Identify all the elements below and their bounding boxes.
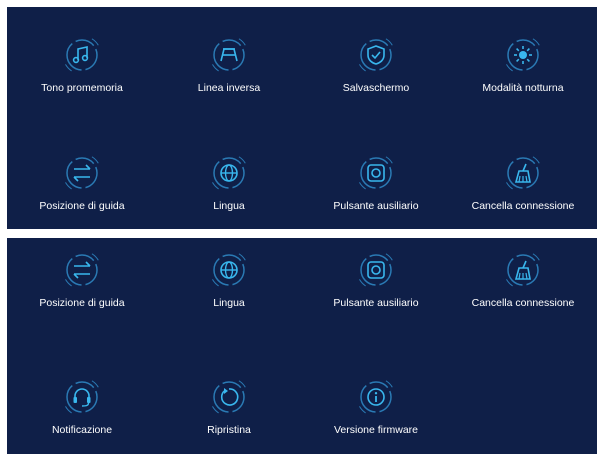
- icon-ring: [62, 250, 102, 290]
- setting-posizione-di-guida[interactable]: Posizione di guida: [9, 151, 155, 215]
- setting-label: Tono promemoria: [41, 82, 123, 94]
- icon-ring: [62, 35, 102, 75]
- swap-arrows-icon: [60, 248, 104, 292]
- car-reverse-icon: [207, 33, 251, 77]
- setting-ripristina[interactable]: Ripristina: [156, 375, 302, 439]
- icon-ring: [356, 153, 396, 193]
- aux-button-icon: [354, 151, 398, 195]
- setting-label: Linea inversa: [197, 82, 261, 94]
- reset-icon: [207, 375, 251, 419]
- setting-label: Notificazione: [51, 424, 113, 436]
- setting-label: Ripristina: [207, 424, 251, 436]
- setting-cancella-connessione[interactable]: Cancella connessione: [450, 151, 596, 215]
- setting-label: Lingua: [213, 200, 245, 212]
- swap-arrows-icon: [60, 151, 104, 195]
- setting-modalita-notturna[interactable]: Modalità notturna: [450, 33, 596, 97]
- setting-salvaschermo[interactable]: Salvaschermo: [303, 33, 449, 97]
- setting-label: Cancella connessione: [471, 297, 575, 309]
- globe-icon: [207, 248, 251, 292]
- sun-icon: [501, 33, 545, 77]
- setting-tono-promemoria[interactable]: Tono promemoria: [9, 33, 155, 97]
- broom-icon: [501, 248, 545, 292]
- music-note-icon: [60, 33, 104, 77]
- setting-linea-inversa[interactable]: Linea inversa: [156, 33, 302, 97]
- setting-posizione-di-guida[interactable]: Posizione di guida: [9, 248, 155, 312]
- setting-label: Modalità notturna: [482, 82, 564, 94]
- headset-icon: [60, 375, 104, 419]
- icon-ring: [62, 377, 102, 417]
- icon-ring: [503, 250, 543, 290]
- settings-panel-bottom: Posizione di guida Lingua Pulsante ausil…: [7, 238, 597, 454]
- icon-ring: [503, 153, 543, 193]
- icon-ring: [209, 377, 249, 417]
- setting-label: Versione firmware: [333, 424, 419, 436]
- settings-panel-top: Tono promemoria Linea inversa Salvascher…: [7, 7, 597, 229]
- info-icon: [354, 375, 398, 419]
- shield-check-icon: [354, 33, 398, 77]
- setting-notificazione[interactable]: Notificazione: [9, 375, 155, 439]
- broom-icon: [501, 151, 545, 195]
- setting-label: Posizione di guida: [39, 200, 125, 212]
- setting-lingua[interactable]: Lingua: [156, 248, 302, 312]
- setting-label: Lingua: [213, 297, 245, 309]
- icon-ring: [62, 153, 102, 193]
- setting-label: Pulsante ausiliario: [333, 200, 419, 212]
- setting-label: Salvaschermo: [342, 82, 410, 94]
- setting-pulsante-ausiliario[interactable]: Pulsante ausiliario: [303, 248, 449, 312]
- aux-button-icon: [354, 248, 398, 292]
- setting-cancella-connessione[interactable]: Cancella connessione: [450, 248, 596, 312]
- setting-lingua[interactable]: Lingua: [156, 151, 302, 215]
- icon-ring: [356, 250, 396, 290]
- setting-versione-firmware[interactable]: Versione firmware: [303, 375, 449, 439]
- setting-label: Pulsante ausiliario: [333, 297, 419, 309]
- setting-label: Posizione di guida: [39, 297, 125, 309]
- setting-pulsante-ausiliario[interactable]: Pulsante ausiliario: [303, 151, 449, 215]
- setting-label: Cancella connessione: [471, 200, 575, 212]
- icon-ring: [356, 35, 396, 75]
- globe-icon: [207, 151, 251, 195]
